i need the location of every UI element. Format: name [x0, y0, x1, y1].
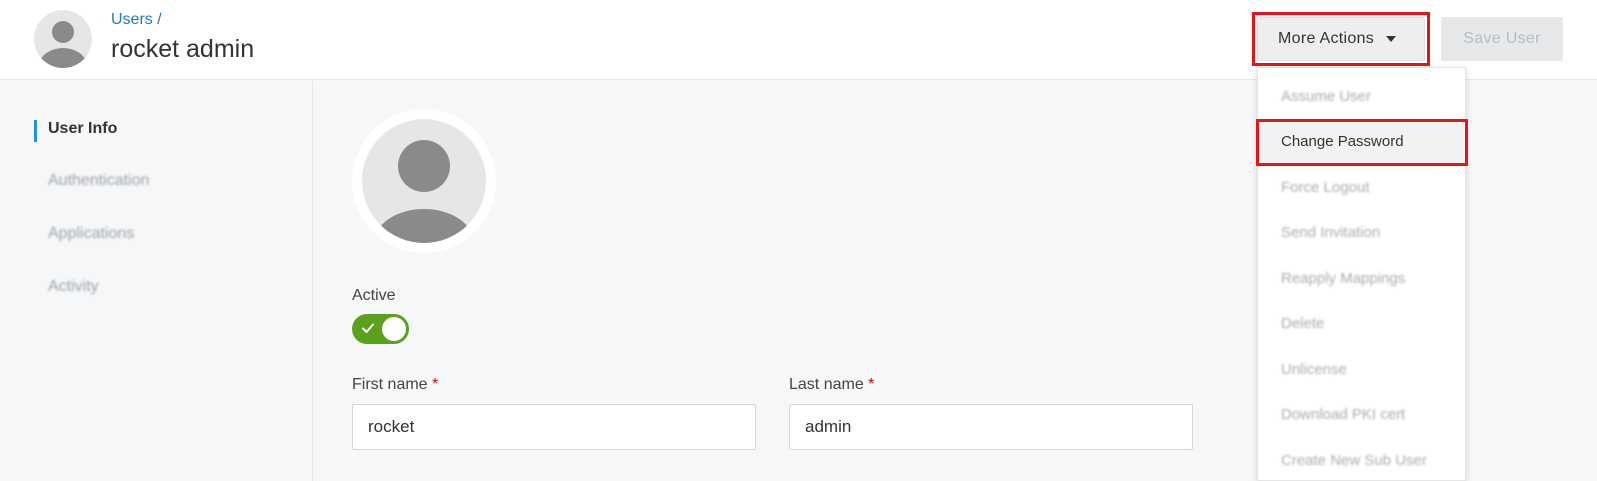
menu-item-force-logout[interactable]: Force Logout — [1281, 179, 1369, 196]
menu-item-create-new-sub-user[interactable]: Create New Sub User — [1281, 452, 1427, 469]
menu-item-assume-user[interactable]: Assume User — [1281, 88, 1371, 105]
last-name-input[interactable]: admin — [789, 404, 1193, 450]
sidebar-item-user-info[interactable]: User Info — [34, 120, 117, 142]
change-password-highlight-box — [1256, 119, 1468, 166]
first-name-label: First name * — [352, 376, 438, 394]
sidebar-item-applications[interactable]: Applications — [34, 225, 134, 247]
page-title: rocket admin — [111, 35, 255, 63]
menu-item-delete[interactable]: Delete — [1281, 315, 1324, 332]
menu-item-unlicense[interactable]: Unlicense — [1281, 361, 1347, 378]
menu-item-download-pki-cert[interactable]: Download PKI cert — [1281, 406, 1405, 423]
first-name-label-text: First name — [352, 376, 428, 393]
last-name-label-text: Last name — [789, 376, 864, 393]
more-actions-button[interactable]: More Actions — [1257, 17, 1425, 61]
sidebar-item-authentication[interactable]: Authentication — [34, 172, 149, 194]
sidebar-item-activity[interactable]: Activity — [34, 278, 99, 300]
save-user-button[interactable]: Save User — [1441, 17, 1563, 61]
check-icon — [362, 323, 374, 333]
first-name-input[interactable]: rocket — [352, 404, 756, 450]
profile-avatar[interactable] — [352, 109, 496, 253]
menu-item-send-invitation[interactable]: Send Invitation — [1281, 224, 1380, 241]
toggle-knob — [382, 317, 406, 341]
required-marker: * — [432, 376, 439, 393]
more-actions-label: More Actions — [1278, 30, 1375, 47]
caret-down-icon — [1386, 36, 1397, 42]
active-toggle[interactable] — [352, 314, 409, 344]
breadcrumb-users[interactable]: Users / — [111, 11, 162, 29]
user-avatar-icon — [362, 119, 486, 243]
user-avatar-icon — [34, 10, 92, 68]
last-name-label: Last name * — [789, 376, 874, 394]
required-marker: * — [868, 376, 875, 393]
menu-item-reapply-mappings[interactable]: Reapply Mappings — [1281, 270, 1405, 287]
active-label: Active — [352, 287, 396, 304]
